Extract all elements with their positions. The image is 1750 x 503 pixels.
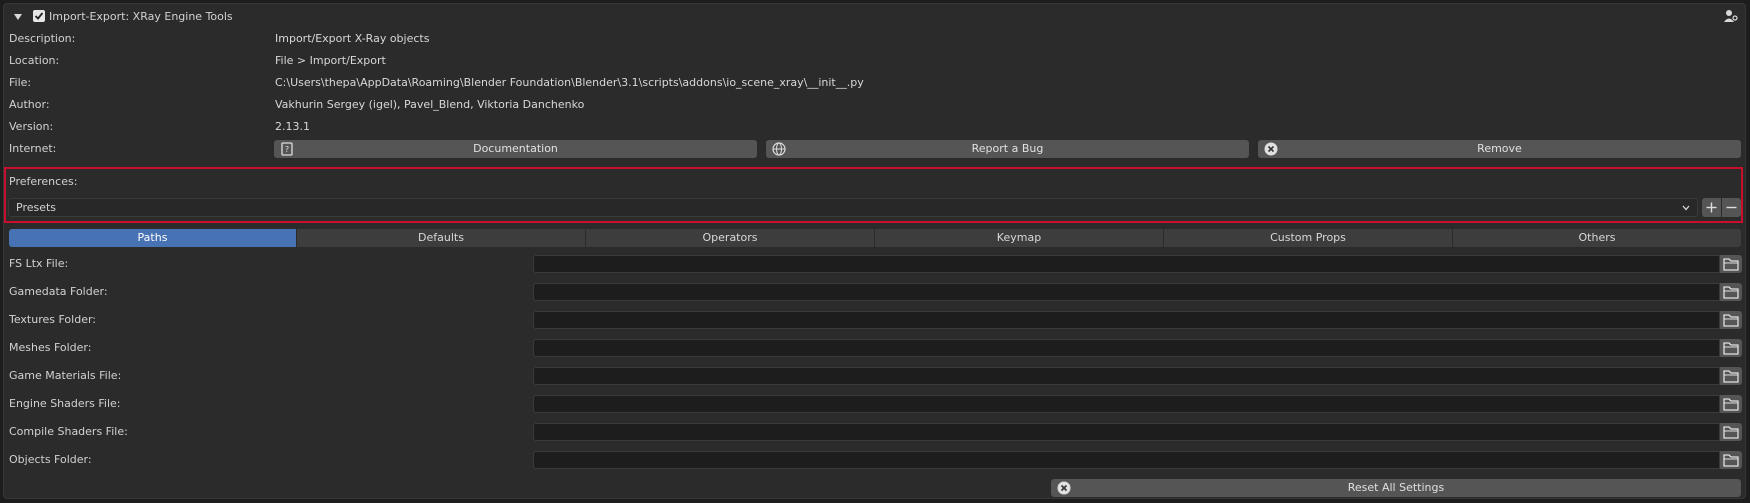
remove-button[interactable]: Remove [1258, 140, 1741, 158]
engine-shaders-file-input[interactable] [533, 395, 1720, 413]
file-label: File: [9, 76, 32, 89]
folder-icon [1723, 370, 1739, 383]
path-label-engine-shaders: Engine Shaders File: [9, 397, 121, 410]
tab-custom-props[interactable]: Custom Props [1164, 229, 1453, 247]
tab-operators-label: Operators [702, 231, 758, 244]
gamedata-browse-button[interactable] [1720, 283, 1742, 301]
remove-x-icon [1264, 142, 1278, 156]
presets-value: Presets [16, 201, 57, 214]
presets-dropdown[interactable]: Presets [8, 198, 1698, 217]
globe-icon [772, 142, 786, 156]
tab-custom-props-label: Custom Props [1270, 231, 1346, 244]
tab-operators[interactable]: Operators [586, 229, 875, 247]
fs-ltx-file-input[interactable] [533, 255, 1720, 273]
minus-icon [1726, 206, 1737, 209]
meshes-browse-button[interactable] [1720, 339, 1742, 357]
add-preset-button[interactable] [1702, 198, 1721, 217]
tab-defaults[interactable]: Defaults [297, 229, 586, 247]
compile-shaders-file-input[interactable] [533, 423, 1720, 441]
internet-label: Internet: [9, 142, 57, 155]
reset-all-settings-button[interactable]: Reset All Settings [1051, 479, 1741, 497]
fs-ltx-browse-button[interactable] [1720, 255, 1742, 273]
reset-x-icon [1057, 481, 1071, 495]
documentation-button[interactable]: ? Documentation [274, 140, 757, 158]
remove-preset-button[interactable] [1722, 198, 1741, 217]
checkmark-icon [34, 12, 44, 20]
remove-label: Remove [1477, 142, 1522, 155]
addon-title: Import-Export: XRay Engine Tools [49, 10, 233, 23]
path-label-gamedata: Gamedata Folder: [9, 285, 108, 298]
author-label: Author: [9, 98, 50, 111]
objects-browse-button[interactable] [1720, 451, 1742, 469]
report-bug-label: Report a Bug [971, 142, 1044, 155]
folder-icon [1723, 426, 1739, 439]
tab-others[interactable]: Others [1453, 229, 1741, 247]
game-materials-browse-button[interactable] [1720, 367, 1742, 385]
plus-icon [1706, 202, 1717, 213]
tab-keymap-label: Keymap [996, 231, 1042, 244]
collapse-arrow-icon[interactable] [13, 12, 23, 22]
textures-browse-button[interactable] [1720, 311, 1742, 329]
folder-icon [1723, 258, 1739, 271]
engine-shaders-browse-button[interactable] [1720, 395, 1742, 413]
tab-paths[interactable]: Paths [9, 229, 297, 247]
path-label-compile-shaders: Compile Shaders File: [9, 425, 128, 438]
svg-text:?: ? [285, 145, 289, 154]
documentation-label: Documentation [473, 142, 558, 155]
path-label-game-materials: Game Materials File: [9, 369, 122, 382]
path-label-fs-ltx: FS Ltx File: [9, 257, 69, 270]
objects-folder-input[interactable] [533, 451, 1720, 469]
file-value: C:\Users\thepa\AppData\Roaming\Blender F… [275, 76, 864, 89]
location-label: Location: [9, 54, 60, 67]
chevron-down-icon [1681, 203, 1691, 213]
description-label: Description: [9, 32, 76, 45]
path-label-meshes: Meshes Folder: [9, 341, 92, 354]
gamedata-folder-input[interactable] [533, 283, 1720, 301]
game-materials-file-input[interactable] [533, 367, 1720, 385]
folder-icon [1723, 454, 1739, 467]
preferences-label: Preferences: [9, 175, 78, 188]
tab-others-label: Others [1578, 231, 1616, 244]
help-book-icon: ? [280, 142, 294, 156]
folder-icon [1723, 286, 1739, 299]
path-label-textures: Textures Folder: [9, 313, 97, 326]
tab-keymap[interactable]: Keymap [875, 229, 1164, 247]
folder-icon [1723, 342, 1739, 355]
version-value: 2.13.1 [275, 120, 310, 133]
author-value: Vakhurin Sergey (igel), Pavel_Blend, Vik… [275, 98, 585, 111]
meshes-folder-input[interactable] [533, 339, 1720, 357]
folder-icon [1723, 398, 1739, 411]
reset-all-settings-label: Reset All Settings [1347, 481, 1445, 494]
tab-paths-label: Paths [137, 231, 168, 244]
location-value: File > Import/Export [275, 54, 386, 67]
version-label: Version: [9, 120, 54, 133]
enable-checkbox[interactable] [33, 10, 45, 22]
tab-defaults-label: Defaults [418, 231, 464, 244]
textures-folder-input[interactable] [533, 311, 1720, 329]
compile-shaders-browse-button[interactable] [1720, 423, 1742, 441]
folder-icon [1723, 314, 1739, 327]
description-value: Import/Export X-Ray objects [275, 32, 430, 45]
path-label-objects: Objects Folder: [9, 453, 92, 466]
report-bug-button[interactable]: Report a Bug [766, 140, 1249, 158]
user-preferences-icon[interactable] [1724, 9, 1738, 23]
